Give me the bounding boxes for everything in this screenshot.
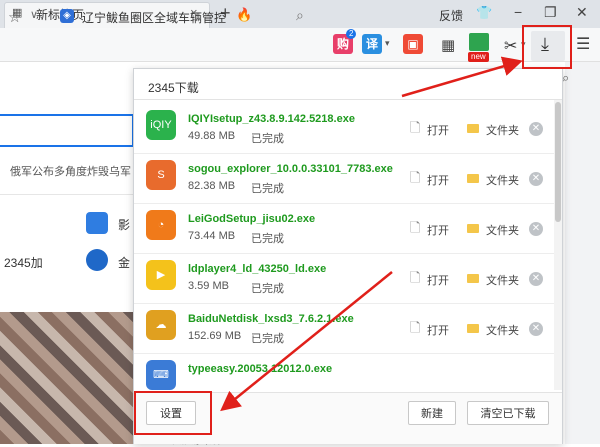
arrow-to-settings-button <box>220 271 393 412</box>
arrow-to-download-button <box>401 56 523 98</box>
annotation-arrows <box>220 56 523 412</box>
